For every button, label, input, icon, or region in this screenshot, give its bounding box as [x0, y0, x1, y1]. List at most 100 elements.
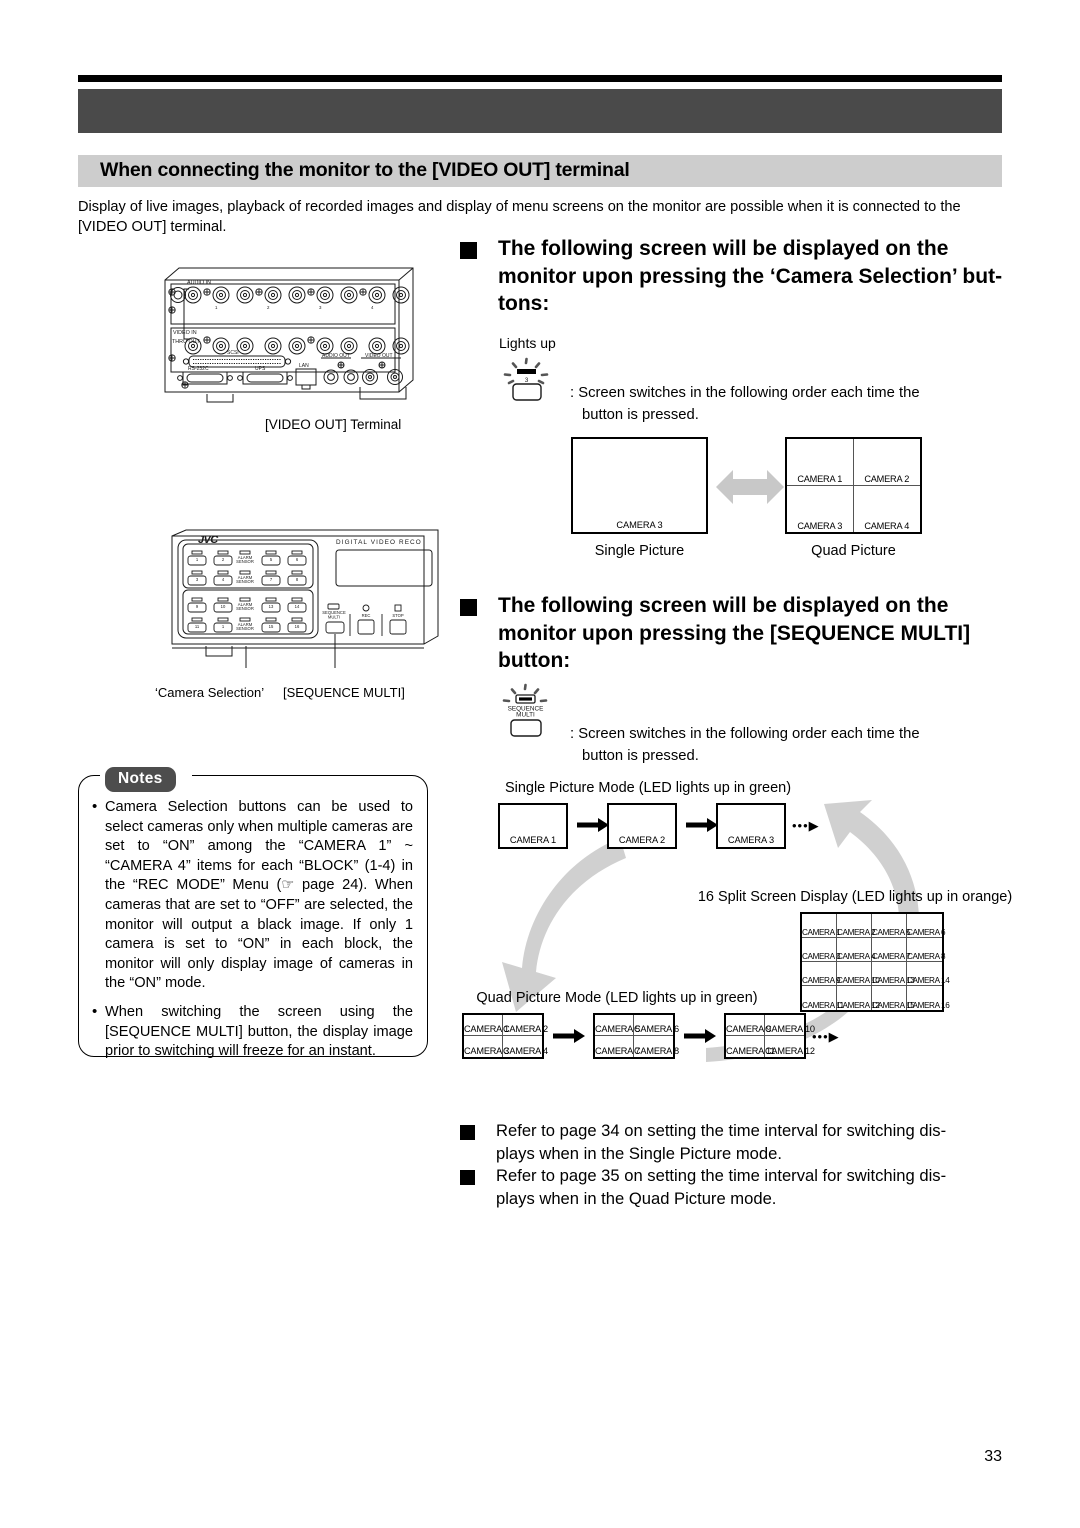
split16-cell-label: CAMERA 4	[837, 952, 876, 961]
split16-cell-label: CAMERA 16	[907, 1001, 950, 1010]
header-band	[78, 89, 1002, 133]
heading-camera-selection: The following screen will be displayed o…	[460, 235, 1008, 318]
refer-1-line1: Refer to page 34 on setting the time int…	[496, 1121, 947, 1140]
switch-note-1-line1: : Screen switches in the following order…	[570, 385, 920, 401]
notes-box: Camera Selection buttons can be used to …	[78, 775, 428, 1059]
split16-cell: CAMERA 6	[907, 914, 946, 938]
switch-note-1-line2: button is pressed.	[582, 407, 699, 423]
quad-cell-label: CAMERA 3	[797, 521, 843, 531]
rear-panel-illustration: AUDIO IN VIDEO IN THRU OUT SCSI RS-232C …	[155, 262, 417, 403]
single-mode-ellipsis: •••▶	[792, 818, 820, 833]
intro-text: Display of live images, playback of reco…	[78, 198, 1006, 237]
split16-cell: CAMERA 8	[907, 938, 946, 962]
flow-arrow-icon	[684, 1029, 716, 1048]
split16-cell-label: CAMERA 7	[872, 952, 911, 961]
quad-cell: CAMERA 1	[464, 1015, 509, 1036]
bullet-square-icon	[460, 599, 477, 616]
quad-cell: CAMERA 2	[503, 1015, 548, 1036]
top-rule	[78, 75, 1002, 82]
quad-cell: CAMERA 12	[765, 1036, 815, 1057]
single-mode-caption: Single Picture Mode (LED lights up in gr…	[504, 780, 792, 796]
quad-cell-label: CAMERA 4	[864, 521, 910, 531]
switch-note-1: : Screen switches in the following order…	[570, 382, 1000, 426]
split16-cell: CAMERA 12	[837, 986, 880, 1010]
split16-cell: CAMERA 5	[872, 914, 911, 938]
quad-mode-caption: Quad Picture Mode (LED lights up in gree…	[476, 990, 758, 1006]
svg-text:10: 10	[221, 604, 226, 609]
quad-cell: CAMERA 11	[726, 1036, 776, 1057]
split16-cell-label: CAMERA 12	[837, 1001, 880, 1010]
heading-sm-line1: The following screen will be displayed o…	[498, 594, 949, 617]
svg-text:14: 14	[295, 604, 300, 609]
refer-2-line1: Refer to page 35 on setting the time int…	[496, 1166, 947, 1185]
quad-cell-label: CAMERA 1	[797, 473, 843, 484]
rear-label-lan: LAN	[299, 363, 309, 369]
svg-text:STOP: STOP	[392, 613, 404, 618]
lights-up-label: Lights up	[499, 335, 556, 351]
quad-mode-screen-2: CAMERA 5 CAMERA 6 CAMERA 7 CAMERA 8	[593, 1013, 679, 1059]
split16-cell: CAMERA 9	[802, 962, 841, 986]
split16-cell-label: CAMERA 6	[907, 928, 946, 937]
bullet-square-icon	[460, 1170, 475, 1185]
single-picture-monitor: CAMERA 3	[571, 437, 708, 534]
quad-cell: CAMERA 2	[853, 439, 920, 486]
split16-cell-label: CAMERA 13	[872, 976, 915, 985]
section-title-bar: When connecting the monitor to the [VIDE…	[78, 155, 1002, 187]
heading-sm-line2: monitor upon pressing the [SEQUENCE MULT…	[498, 621, 971, 645]
split16-cell-label: CAMERA 11	[802, 1001, 844, 1010]
svg-text:REC: REC	[362, 613, 371, 618]
manual-page: When connecting the monitor to the [VIDE…	[0, 0, 1080, 1528]
quad-cell: CAMERA 7	[595, 1036, 640, 1057]
rear-label-audio-out: AUDIO OUT	[322, 353, 350, 359]
led-indicator	[519, 697, 532, 701]
screen-label: CAMERA 2	[618, 835, 666, 845]
quad-cell-label: CAMERA 8	[634, 1046, 679, 1056]
notes-badge: Notes	[105, 767, 176, 792]
quad-cell: CAMERA 3	[787, 485, 854, 532]
svg-text:11: 11	[195, 624, 200, 629]
refer-item-1: Refer to page 34 on setting the time int…	[460, 1120, 1008, 1165]
split16-cell: CAMERA 1	[802, 914, 841, 938]
split16-cell-label: CAMERA 15	[872, 1001, 915, 1010]
split16-cell-label: CAMERA 2	[837, 928, 876, 937]
split16-cell: CAMERA 16	[907, 986, 950, 1010]
page-title: When connecting the monitor to the [VIDE…	[100, 159, 630, 181]
seq-label-line2: MULTI	[516, 712, 535, 719]
rear-label-video-out: VIDEO OUT	[365, 353, 393, 359]
heading-cs-line1: The following screen will be displayed o…	[498, 237, 949, 260]
svg-text:SENSOR: SENSOR	[236, 606, 254, 611]
quad-cell-label: CAMERA 6	[634, 1024, 679, 1034]
heading-cs-line3: tons:	[498, 292, 550, 315]
single-mode-screen-1: CAMERA 1	[498, 803, 568, 849]
split16-cell-label: CAMERA 5	[872, 928, 911, 937]
rear-label-rs232c: RS-232C	[188, 366, 209, 372]
quad-cell-label: CAMERA 12	[765, 1046, 815, 1056]
quad-cell: CAMERA 10	[765, 1015, 815, 1036]
rear-label-ups: UPS	[255, 366, 266, 372]
svg-text:JVC: JVC	[198, 534, 219, 546]
quad-mode-screen-1: CAMERA 1 CAMERA 2 CAMERA 3 CAMERA 4	[462, 1013, 548, 1059]
single-mode-screen-3: CAMERA 3	[716, 803, 786, 849]
refer-item-2: Refer to page 35 on setting the time int…	[460, 1165, 1008, 1210]
split16-cell: CAMERA 13	[872, 962, 915, 986]
quad-cell: CAMERA 6	[634, 1015, 679, 1036]
quad-cell-label: CAMERA 11	[726, 1046, 776, 1056]
quad-cell: CAMERA 5	[595, 1015, 640, 1036]
svg-text:SENSOR: SENSOR	[236, 626, 254, 631]
heading-sm-line3: button:	[498, 649, 571, 672]
split16-cell: CAMERA 4	[837, 938, 876, 962]
svg-text:13: 13	[269, 604, 274, 609]
split16-cell: CAMERA 15	[872, 986, 915, 1010]
single-mode-screen-2: CAMERA 2	[607, 803, 677, 849]
quad-cell: CAMERA 4	[503, 1036, 548, 1057]
split16-cell: CAMERA 11	[802, 986, 844, 1010]
note-item-1: Camera Selection buttons can be used to …	[91, 797, 413, 994]
quad-cell-label: CAMERA 4	[503, 1046, 548, 1056]
front-panel-caption-sequence-multi: [SEQUENCE MULTI]	[283, 685, 405, 700]
quad-mode-screen-3: CAMERA 9 CAMERA 10 CAMERA 11 CAMERA 12	[724, 1013, 815, 1059]
flow-arrow-icon	[553, 1029, 585, 1048]
bullet-square-icon	[460, 242, 477, 259]
split16-caption: 16 Split Screen Display (LED lights up i…	[697, 889, 1013, 905]
svg-text:16: 16	[295, 624, 300, 629]
rear-label-audio-in: AUDIO IN	[187, 280, 211, 286]
